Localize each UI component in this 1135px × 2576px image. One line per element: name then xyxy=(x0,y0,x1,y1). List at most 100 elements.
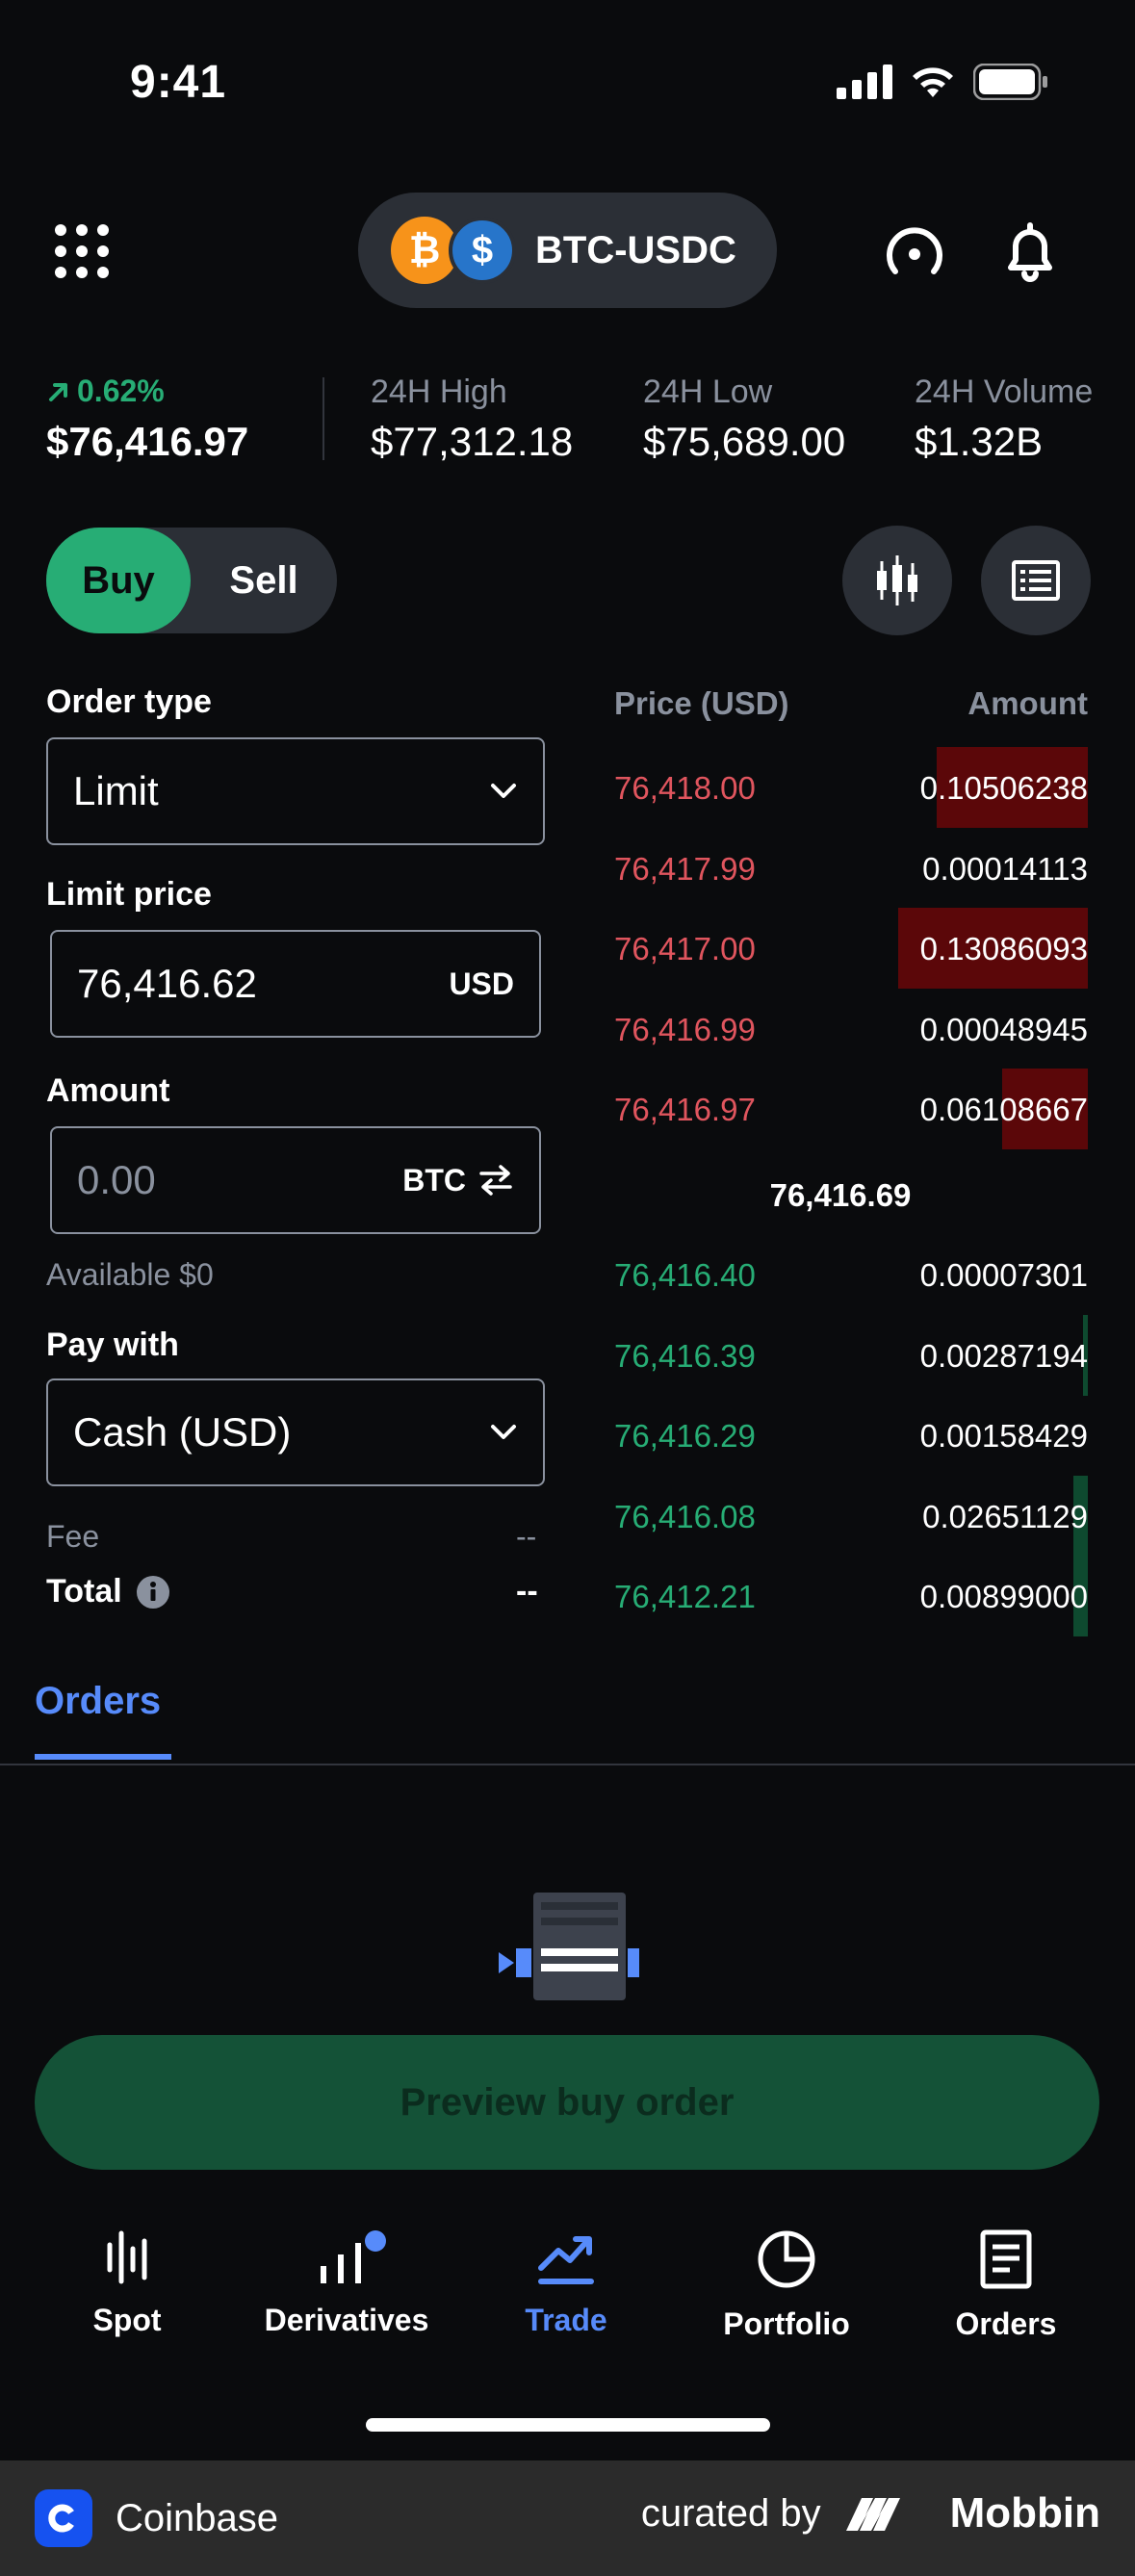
swap-icon[interactable] xyxy=(477,1164,514,1197)
chart-button[interactable] xyxy=(842,526,952,635)
usdc-icon: $ xyxy=(449,217,516,284)
nav-orders[interactable]: Orders xyxy=(910,2229,1102,2342)
price-change: 0.62% xyxy=(46,374,165,409)
limit-price-value: 76,416.62 xyxy=(77,961,257,1006)
orderbook-amount: 0.00899000 xyxy=(919,1579,1088,1614)
stats-divider xyxy=(322,377,324,460)
pair-selector[interactable]: ₿ $ BTC-USDC xyxy=(358,193,777,308)
orderbook-price: 76,416.08 xyxy=(614,1498,756,1534)
coinbase-logo-icon xyxy=(35,2489,92,2547)
available-value: $0 xyxy=(179,1257,214,1292)
orderbook-bid-row[interactable]: 76,416.39 0.00287194 xyxy=(614,1314,1088,1396)
arrow-up-right-icon xyxy=(49,382,67,401)
volume-label: 24H Volume xyxy=(915,374,1094,410)
footer-bar: Coinbase curated by Mobbin xyxy=(0,2460,1135,2576)
orderbook-ask-row[interactable]: 76,417.99 0.00014113 xyxy=(614,839,1088,907)
order-type-select[interactable]: Limit xyxy=(46,737,545,845)
status-time: 9:41 xyxy=(130,57,227,108)
orderbook-price: 76,416.40 xyxy=(614,1257,756,1293)
wifi-icon xyxy=(913,67,953,97)
orderbook-price: 76,416.29 xyxy=(614,1418,756,1454)
bell-icon[interactable] xyxy=(995,218,1065,287)
nav-spot-label: Spot xyxy=(92,2303,162,2337)
footer-brand: Coinbase xyxy=(35,2489,278,2547)
fee-value: -- xyxy=(516,1519,537,1554)
orderbook-price: 76,417.00 xyxy=(614,931,756,966)
tab-orders[interactable]: Orders xyxy=(35,1680,161,1723)
gauge-icon[interactable] xyxy=(880,218,949,287)
orderbook-price: 76,416.39 xyxy=(614,1337,756,1374)
limit-price-unit: USD xyxy=(449,966,514,1001)
mobbin-logo-icon xyxy=(845,2498,900,2531)
nav-portfolio[interactable]: Portfolio xyxy=(690,2229,883,2342)
orderbook-amount: 0.13086093 xyxy=(919,931,1088,966)
available-label: Available xyxy=(46,1257,171,1292)
orderbook-amount: 0.02651129 xyxy=(922,1498,1088,1534)
nav-trade-label: Trade xyxy=(525,2303,607,2337)
orders-icon xyxy=(980,2229,1032,2289)
orderbook-bid-row[interactable]: 76,412.21 0.00899000 xyxy=(614,1556,1088,1636)
order-type-value: Limit xyxy=(73,768,159,813)
apps-grid-icon[interactable] xyxy=(54,223,110,279)
orderbook-ask-row[interactable]: 76,418.00 0.10506238 xyxy=(614,747,1088,828)
home-indicator xyxy=(366,2418,770,2432)
pay-with-value: Cash (USD) xyxy=(73,1409,292,1455)
orderbook-price: 76,416.99 xyxy=(614,1011,756,1047)
price-change-value: 0.62% xyxy=(77,374,165,408)
preview-buy-order-button[interactable]: Preview buy order xyxy=(35,2035,1099,2170)
nav-trade[interactable]: Trade xyxy=(470,2229,662,2338)
low-value: $75,689.00 xyxy=(643,419,846,464)
orderbook-amount: 0.00014113 xyxy=(922,850,1088,887)
nav-portfolio-label: Portfolio xyxy=(723,2306,850,2341)
buy-tab[interactable]: Buy xyxy=(46,528,191,633)
order-type-label: Order type xyxy=(46,683,212,720)
orderbook-amount: 0.10506238 xyxy=(919,770,1088,806)
buy-sell-toggle: Buy Sell xyxy=(46,528,337,633)
footer-brand-name: Coinbase xyxy=(116,2496,279,2539)
info-icon[interactable] xyxy=(136,1575,170,1610)
low-label: 24H Low xyxy=(643,374,773,410)
orderbook-amount: 0.00287194 xyxy=(919,1337,1088,1374)
available-balance: Available $0 xyxy=(46,1257,214,1293)
orderbook-price: 76,412.21 xyxy=(614,1579,756,1614)
orderbook-ask-row[interactable]: 76,416.99 0.00048945 xyxy=(614,1000,1088,1068)
orderbook-amount-header: Amount xyxy=(967,685,1088,721)
orderbook-amount: 0.00048945 xyxy=(919,1011,1088,1047)
nav-derivatives-label: Derivatives xyxy=(264,2303,429,2337)
curated-by-text: curated by xyxy=(640,2491,821,2535)
portfolio-icon xyxy=(758,2230,815,2288)
nav-orders-label: Orders xyxy=(955,2306,1057,2341)
orderbook-bid-row[interactable]: 76,416.08 0.02651129 xyxy=(614,1475,1088,1557)
orderbook-ask-row[interactable]: 76,417.00 0.13086093 xyxy=(614,908,1088,989)
total-row: Total xyxy=(46,1573,170,1610)
empty-orders-icon xyxy=(499,1893,639,2000)
high-value: $77,312.18 xyxy=(371,419,574,464)
sell-tab[interactable]: Sell xyxy=(191,528,337,633)
orderbook-bid-row[interactable]: 76,416.29 0.00158429 xyxy=(614,1406,1088,1474)
orderbook-view-button[interactable] xyxy=(981,526,1091,635)
nav-spot[interactable]: Spot xyxy=(31,2229,223,2338)
orderbook-amount: 0.00158429 xyxy=(919,1418,1088,1454)
chevron-down-icon xyxy=(491,784,516,798)
pay-with-select[interactable]: Cash (USD) xyxy=(46,1378,545,1486)
footer-curated: curated by Mobbin xyxy=(641,2489,1100,2537)
orderbook-price: 76,416.97 xyxy=(614,1092,756,1127)
orderbook-price-header: Price (USD) xyxy=(614,685,789,721)
spot-icon xyxy=(107,2230,147,2284)
derivatives-icon xyxy=(321,2230,386,2283)
status-icons xyxy=(837,64,1048,100)
pair-label: BTC-USDC xyxy=(535,228,736,271)
amount-label: Amount xyxy=(46,1072,170,1109)
limit-price-input[interactable]: 76,416.62 USD xyxy=(50,930,541,1038)
total-value: -- xyxy=(516,1573,538,1610)
orderbook-price: 76,417.99 xyxy=(614,850,756,887)
candlestick-icon xyxy=(877,555,917,605)
orderbook-amount: 0.00007301 xyxy=(919,1257,1088,1293)
orderbook-bid-row[interactable]: 76,416.40 0.00007301 xyxy=(614,1246,1088,1313)
orderbook-ask-row[interactable]: 76,416.97 0.06108667 xyxy=(614,1069,1088,1149)
amount-input[interactable]: 0.00 BTC xyxy=(50,1126,541,1234)
amount-unit: BTC xyxy=(402,1162,466,1198)
chevron-down-icon xyxy=(491,1425,516,1439)
high-label: 24H High xyxy=(371,374,507,410)
nav-derivatives[interactable]: Derivatives xyxy=(250,2229,443,2338)
